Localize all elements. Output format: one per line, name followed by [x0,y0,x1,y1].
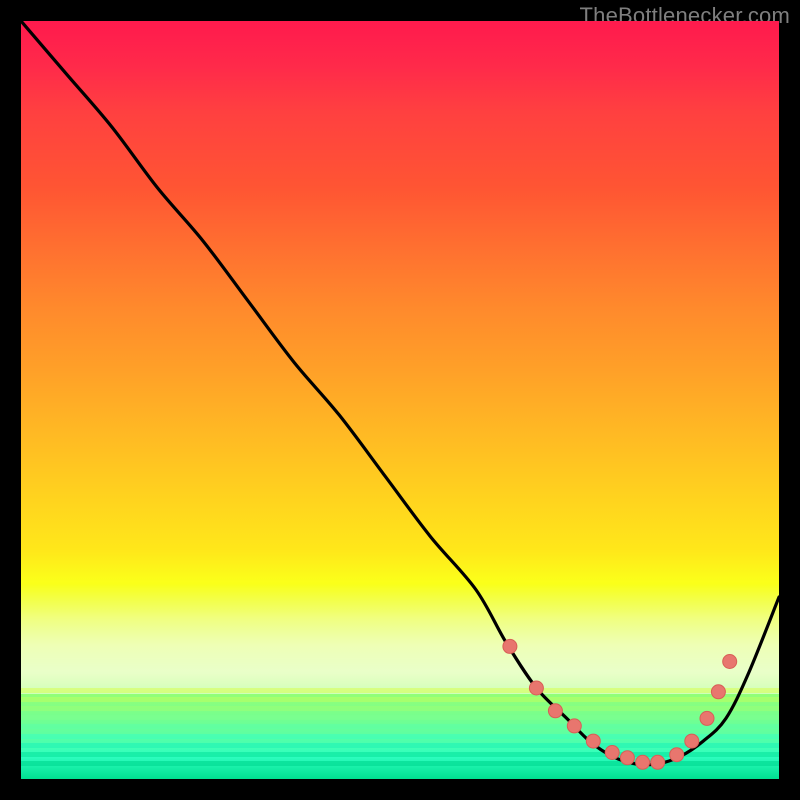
sweet-spot-marker [605,746,619,760]
sweet-spot-marker [586,734,600,748]
curve-layer [21,21,779,779]
sweet-spot-marker [700,711,714,725]
plot-area [21,21,779,779]
sweet-spot-marker [651,755,665,769]
sweet-spot-marker [670,748,684,762]
sweet-spot-marker [620,751,634,765]
bottleneck-curve-path [21,21,779,765]
sweet-spot-markers [503,639,737,769]
sweet-spot-marker [567,719,581,733]
sweet-spot-marker [711,685,725,699]
sweet-spot-marker [685,734,699,748]
chart-stage: TheBottlenecker.com [0,0,800,800]
sweet-spot-marker [723,655,737,669]
sweet-spot-marker [548,704,562,718]
sweet-spot-marker [503,639,517,653]
sweet-spot-marker [636,755,650,769]
sweet-spot-marker [529,681,543,695]
